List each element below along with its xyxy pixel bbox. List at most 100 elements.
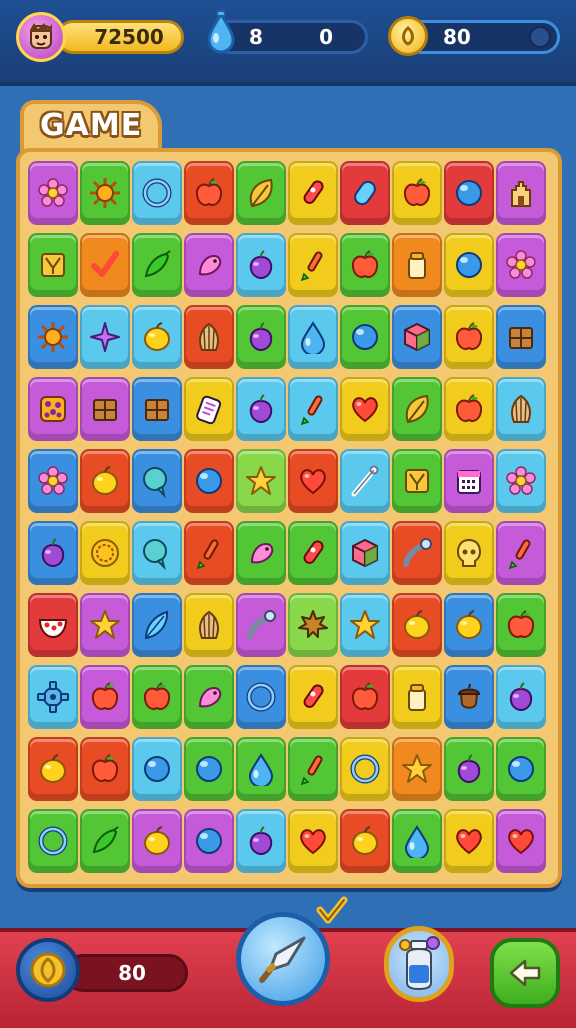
tile-needle[interactable]: [340, 449, 390, 513]
tile-flower[interactable]: [496, 233, 546, 297]
tile-heart[interactable]: [288, 809, 338, 873]
tile-lemon[interactable]: [340, 809, 390, 873]
tile-bird[interactable]: [184, 233, 234, 297]
tile-grape[interactable]: [444, 737, 494, 801]
tile-orb[interactable]: [340, 305, 390, 369]
tile-apple[interactable]: [340, 233, 390, 297]
tile-flower[interactable]: [28, 161, 78, 225]
tile-gear[interactable]: [28, 665, 78, 729]
tile-orb[interactable]: [184, 449, 234, 513]
tile-bubble[interactable]: [132, 449, 182, 513]
tile-leaf[interactable]: [392, 377, 442, 441]
tile-coin[interactable]: [80, 521, 130, 585]
tile-apple[interactable]: [444, 305, 494, 369]
tile-grape[interactable]: [236, 305, 286, 369]
tile-star[interactable]: [236, 449, 286, 513]
tile-grape[interactable]: [28, 521, 78, 585]
tile-leaf[interactable]: [236, 161, 286, 225]
tile-heart[interactable]: [496, 809, 546, 873]
tile-rocket[interactable]: [288, 161, 338, 225]
tile-grape[interactable]: [236, 233, 286, 297]
tile-brush[interactable]: [184, 521, 234, 585]
tile-shell[interactable]: [496, 377, 546, 441]
tile-lemon[interactable]: [132, 305, 182, 369]
tile-drop[interactable]: [288, 305, 338, 369]
tile-pipe[interactable]: [236, 593, 286, 657]
tile-ring[interactable]: [236, 665, 286, 729]
tile-rocket[interactable]: [288, 665, 338, 729]
tile-ring[interactable]: [28, 809, 78, 873]
tile-ring[interactable]: [340, 737, 390, 801]
potion-button[interactable]: [384, 926, 454, 1002]
tile-grape[interactable]: [236, 809, 286, 873]
tile-heart[interactable]: [340, 377, 390, 441]
tile-cube[interactable]: [340, 521, 390, 585]
tile-heart[interactable]: [444, 809, 494, 873]
tile-apple[interactable]: [444, 377, 494, 441]
tile-shell[interactable]: [184, 305, 234, 369]
tile-orb[interactable]: [184, 809, 234, 873]
tile-brush[interactable]: [288, 233, 338, 297]
gold-add-knob[interactable]: [529, 26, 551, 48]
tile-drop[interactable]: [236, 737, 286, 801]
tile-brush[interactable]: [496, 521, 546, 585]
tile-pepper[interactable]: [80, 809, 130, 873]
tile-lemon[interactable]: [392, 593, 442, 657]
tile-bird[interactable]: [236, 521, 286, 585]
tile-grape[interactable]: [236, 377, 286, 441]
tile-crate[interactable]: [80, 377, 130, 441]
tile-lemon[interactable]: [132, 809, 182, 873]
tile-skull[interactable]: [444, 521, 494, 585]
tile-apple[interactable]: [340, 665, 390, 729]
tile-orb[interactable]: [132, 737, 182, 801]
tile-bird[interactable]: [184, 665, 234, 729]
tile-maple[interactable]: [288, 593, 338, 657]
tile-brush[interactable]: [288, 377, 338, 441]
tile-check[interactable]: [80, 233, 130, 297]
tile-orb[interactable]: [496, 737, 546, 801]
tile-flower[interactable]: [496, 449, 546, 513]
tile-apple[interactable]: [80, 737, 130, 801]
tile-cookie[interactable]: [28, 377, 78, 441]
tile-star4[interactable]: [80, 305, 130, 369]
tile-crate[interactable]: [132, 377, 182, 441]
tile-star[interactable]: [392, 737, 442, 801]
tile-feather[interactable]: [132, 593, 182, 657]
tile-crate[interactable]: [496, 305, 546, 369]
tile-star[interactable]: [340, 593, 390, 657]
tile-lemon[interactable]: [80, 449, 130, 513]
tile-lemon[interactable]: [444, 593, 494, 657]
tile-bowl[interactable]: [28, 593, 78, 657]
tile-brush[interactable]: [288, 737, 338, 801]
tile-lemon[interactable]: [28, 737, 78, 801]
tile-jar[interactable]: [392, 233, 442, 297]
tile-jar[interactable]: [392, 665, 442, 729]
tile-sun[interactable]: [80, 161, 130, 225]
tile-orb[interactable]: [184, 737, 234, 801]
tile-heart[interactable]: [288, 449, 338, 513]
tile-calendar[interactable]: [444, 449, 494, 513]
tile-apple[interactable]: [80, 665, 130, 729]
tile-castle[interactable]: [496, 161, 546, 225]
tile-hand[interactable]: [184, 377, 234, 441]
tile-bubble[interactable]: [132, 521, 182, 585]
tile-acorn[interactable]: [444, 665, 494, 729]
tile-box[interactable]: [28, 233, 78, 297]
tile-drop[interactable]: [392, 809, 442, 873]
tile-pepper[interactable]: [132, 233, 182, 297]
tile-ring[interactable]: [132, 161, 182, 225]
tile-pipe[interactable]: [392, 521, 442, 585]
tile-orb[interactable]: [444, 161, 494, 225]
back-arrow-button[interactable]: [490, 938, 560, 1008]
tile-sun[interactable]: [28, 305, 78, 369]
tile-shell[interactable]: [184, 593, 234, 657]
tile-apple[interactable]: [132, 665, 182, 729]
tile-flower[interactable]: [28, 449, 78, 513]
tile-apple[interactable]: [496, 593, 546, 657]
tile-cube[interactable]: [392, 305, 442, 369]
tile-capsule[interactable]: [340, 161, 390, 225]
player-avatar[interactable]: [16, 12, 66, 62]
tile-star[interactable]: [80, 593, 130, 657]
tile-box[interactable]: [392, 449, 442, 513]
tile-orb[interactable]: [444, 233, 494, 297]
